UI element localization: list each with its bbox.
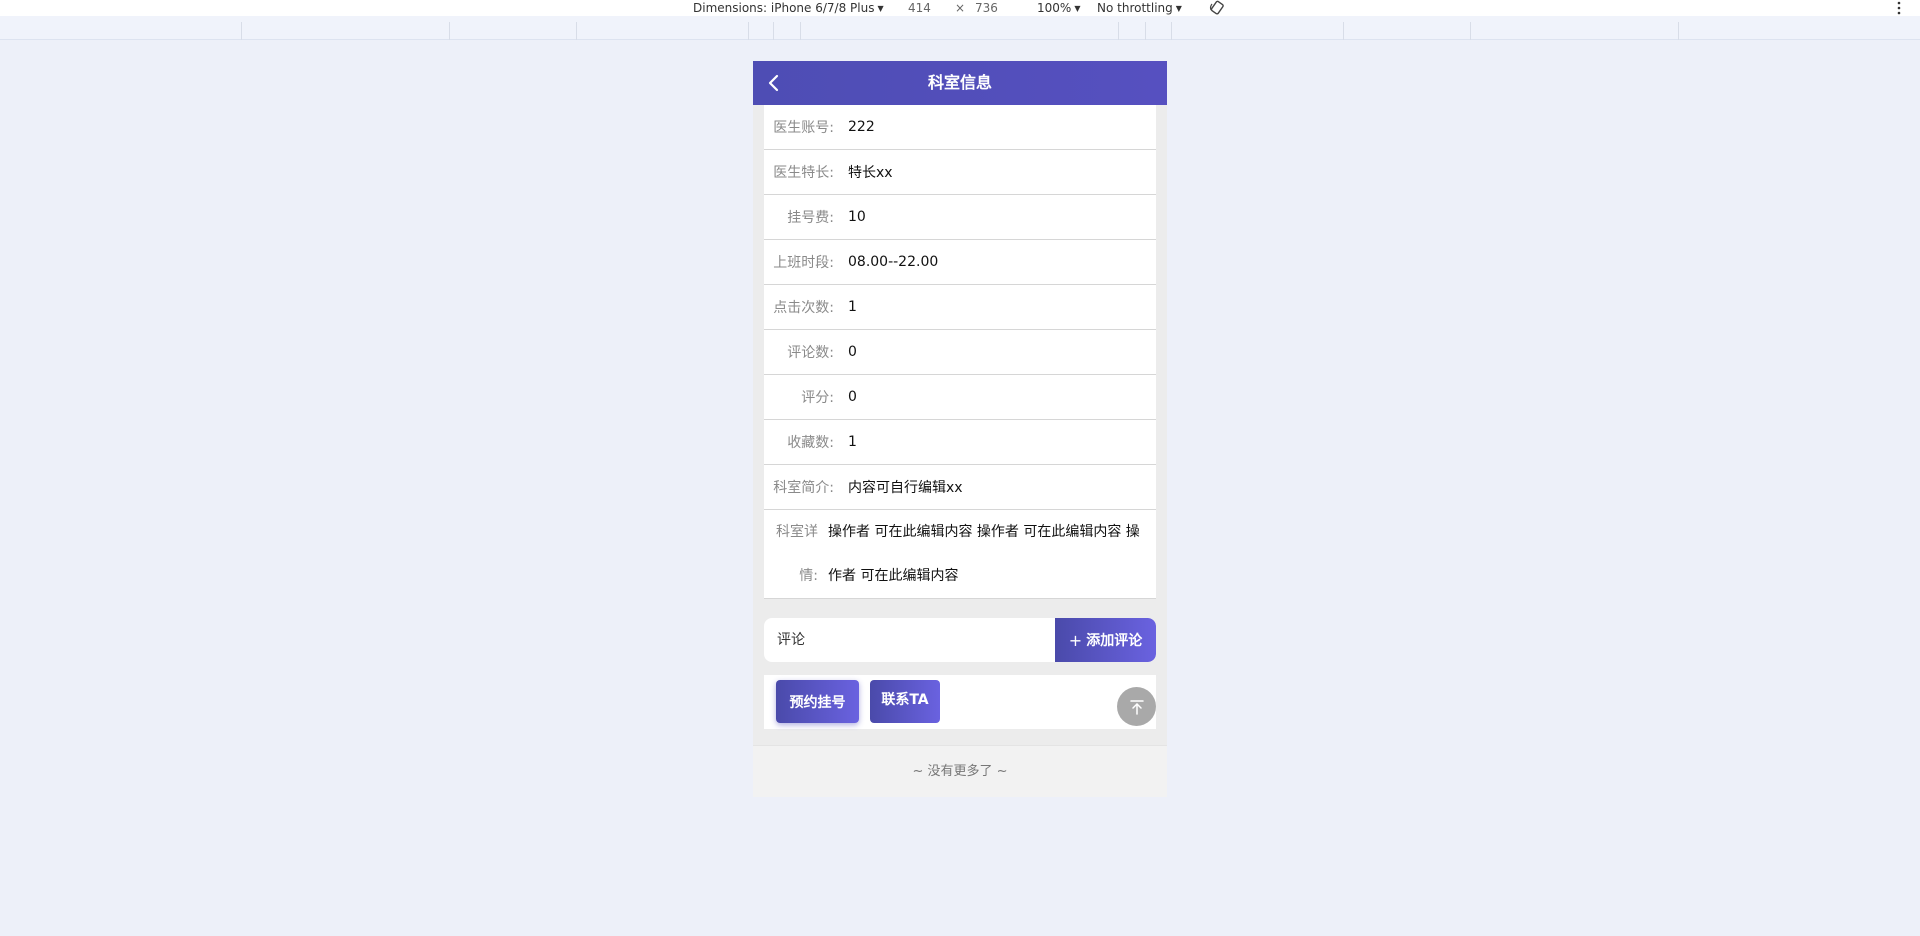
info-label: 科室简介: (773, 480, 834, 496)
info-row-click-count: 点击次数: 1 (764, 285, 1156, 330)
info-label: 医生账号: (773, 120, 834, 136)
info-value: 内容可自行编辑xx (848, 480, 963, 496)
media-query-ruler (0, 16, 1920, 40)
chevron-down-icon: ▼ (1175, 4, 1182, 13)
action-bar: 预约挂号 联系TA (764, 675, 1156, 729)
comment-bar: + 添加评论 (764, 618, 1156, 662)
viewport-height-field[interactable]: 736 (975, 1, 998, 15)
info-label: 评论数: (787, 345, 834, 361)
plus-icon: + (1068, 630, 1083, 650)
detail-content: 医生账号: 222 医生特长: 特长xx 挂号费: 10 上班时段: 08.00… (764, 105, 1156, 729)
info-value: 特长xx (848, 165, 893, 181)
devtools-toolbar: Dimensions: iPhone 6/7/8 Plus ▼ 414 × 736… (0, 0, 1920, 16)
chevron-down-icon: ▼ (1074, 4, 1081, 13)
info-row-rating: 评分: 0 (764, 375, 1156, 420)
info-value: 222 (848, 119, 875, 135)
info-row-department-details: 科室详情: 操作者 可在此编辑内容 操作者 可在此编辑内容 操作者 可在此编辑内… (764, 510, 1156, 599)
info-row-doctor-specialty: 医生特长: 特长xx (764, 150, 1156, 195)
info-value: 10 (848, 209, 866, 225)
info-value: 0 (848, 389, 857, 405)
info-value: 08.00--22.00 (848, 254, 939, 270)
book-appointment-button[interactable]: 预约挂号 (776, 680, 859, 723)
info-value: 0 (848, 344, 857, 360)
info-value: 1 (848, 434, 857, 450)
info-label: 挂号费: (787, 210, 834, 226)
scroll-to-top-button[interactable] (1117, 687, 1156, 726)
rotate-icon[interactable] (1208, 0, 1226, 16)
zoom-label: 100% (1037, 1, 1072, 15)
viewport-width-field[interactable]: 414 (908, 1, 931, 15)
info-label: 上班时段: (773, 255, 834, 271)
device-viewport: 科室信息 医生账号: 222 医生特长: 特长xx 挂号费: 10 上班时段: … (753, 61, 1167, 797)
chevron-down-icon: ▼ (877, 4, 884, 13)
arrow-up-to-top-icon (1129, 699, 1144, 715)
department-details-content: 操作者 可在此编辑内容 操作者 可在此编辑内容 操作者 可在此编辑内容 (828, 524, 1140, 584)
zoom-select[interactable]: 100% ▼ (1037, 1, 1080, 16)
more-options-icon[interactable] (1896, 0, 1902, 16)
page-title: 科室信息 (927, 73, 992, 92)
info-label: 点击次数: (773, 300, 834, 316)
add-comment-label: 添加评论 (1086, 633, 1143, 649)
info-row-doctor-account: 医生账号: 222 (764, 105, 1156, 150)
info-row-registration-fee: 挂号费: 10 (764, 195, 1156, 240)
no-more-footer: ~ 没有更多了 ~ (753, 745, 1167, 797)
info-label: 收藏数: (787, 435, 834, 451)
info-value: 1 (848, 299, 857, 315)
info-label: 评分: (801, 390, 834, 406)
info-row-comment-count: 评论数: 0 (764, 330, 1156, 375)
info-row-department-intro: 科室简介: 内容可自行编辑xx (764, 465, 1156, 510)
comment-input[interactable] (764, 618, 1055, 662)
dimension-times-symbol: × (955, 1, 966, 15)
info-list: 医生账号: 222 医生特长: 特长xx 挂号费: 10 上班时段: 08.00… (764, 105, 1156, 599)
contact-button[interactable]: 联系TA (870, 680, 940, 723)
info-label: 医生特长: (773, 165, 834, 181)
throttling-label: No throttling (1097, 1, 1173, 15)
throttling-select[interactable]: No throttling ▼ (1097, 1, 1182, 16)
add-comment-button[interactable]: + 添加评论 (1055, 618, 1156, 662)
top-nav-bar: 科室信息 (753, 61, 1167, 105)
device-dimensions-label: Dimensions: iPhone 6/7/8 Plus (693, 1, 875, 15)
info-row-working-hours: 上班时段: 08.00--22.00 (764, 240, 1156, 285)
info-label: 科室详情: (776, 524, 818, 584)
device-dimensions-select[interactable]: Dimensions: iPhone 6/7/8 Plus ▼ (693, 1, 884, 16)
info-row-favorite-count: 收藏数: 1 (764, 420, 1156, 465)
